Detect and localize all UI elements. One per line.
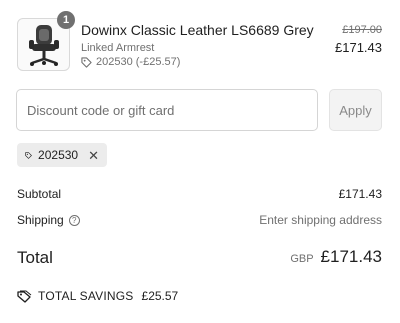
gaming-chair-icon — [29, 25, 59, 66]
discount-code-input[interactable] — [16, 89, 318, 131]
product-name: Dowinx Classic Leather LS6689 Grey — [81, 22, 314, 38]
savings-value: £25.57 — [141, 289, 179, 303]
total-value: £171.43 — [320, 247, 382, 266]
original-price: £197.00 — [342, 24, 382, 36]
savings-label: TOTAL SAVINGS — [38, 289, 134, 303]
help-icon[interactable]: ? — [68, 214, 80, 226]
product-discount: 202530 (-£25.57) — [81, 56, 180, 68]
shipping-row: Shipping ? — [17, 213, 80, 227]
apply-button[interactable]: Apply — [329, 89, 382, 131]
product-variant: Linked Armrest — [81, 42, 155, 54]
product-discount-text: 202530 (-£25.57) — [96, 56, 181, 68]
tag-icon — [25, 151, 32, 159]
shipping-label: Shipping — [17, 213, 64, 227]
applied-discount-code: 202530 — [38, 148, 79, 162]
total-savings: TOTAL SAVINGS £25.57 — [17, 289, 178, 303]
savings-tag-icon — [17, 290, 32, 303]
currency-code: GBP — [290, 253, 314, 265]
tag-icon — [81, 56, 92, 68]
total-amount: GBP £171.43 — [290, 247, 382, 267]
subtotal-value: £171.43 — [338, 187, 382, 201]
total-label: Total — [17, 248, 53, 267]
product-price: £171.43 — [335, 40, 382, 55]
quantity-badge: 1 — [57, 11, 75, 29]
applied-discount-chip: 202530 ✕ — [17, 143, 107, 167]
shipping-value: Enter shipping address — [259, 213, 382, 227]
remove-discount-icon[interactable]: ✕ — [88, 149, 99, 162]
order-summary: 1 Dowinx Classic Leather LS6689 Grey Lin… — [0, 0, 400, 323]
subtotal-label: Subtotal — [17, 187, 62, 201]
